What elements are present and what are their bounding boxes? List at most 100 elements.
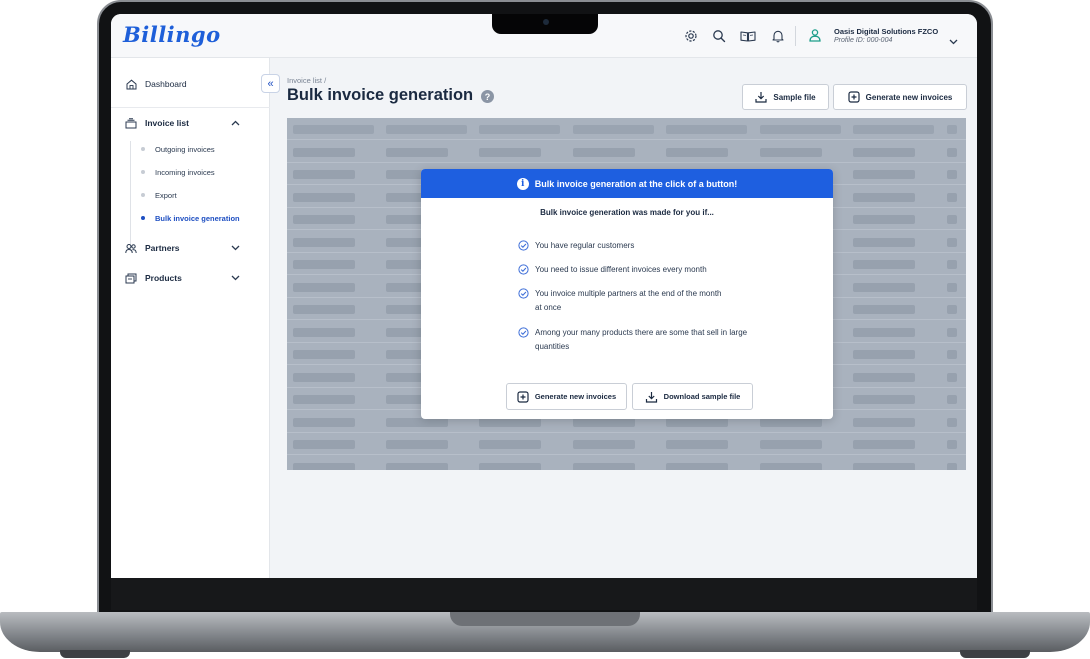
sidebar-item-partners[interactable]: Partners (125, 239, 256, 257)
sidebar-subitem-incoming-invoices[interactable]: Incoming invoices (141, 165, 215, 179)
placeholder-cell (293, 305, 355, 314)
placeholder-row (287, 433, 966, 455)
bullet-dot (141, 193, 145, 197)
camera-icon (543, 19, 549, 25)
sidebar-subitem-bulk-invoice-generation[interactable]: Bulk invoice generation (141, 211, 240, 225)
placeholder-cell (293, 282, 355, 292)
checklist-text: Among your many products there are some … (535, 328, 748, 351)
sidebar-subitem-label: Outgoing invoices (155, 144, 215, 154)
help-icon[interactable]: ? (481, 90, 494, 103)
placeholder-cell (293, 215, 355, 224)
download-icon (645, 391, 657, 403)
chevron-up-icon[interactable] (231, 118, 240, 128)
placeholder-cell (947, 305, 957, 314)
placeholder-cell (293, 350, 355, 359)
sidebar-subitem-outgoing-invoices[interactable]: Outgoing invoices (141, 142, 215, 156)
placeholder-cell (947, 327, 957, 337)
placeholder-cell (479, 462, 541, 470)
sidebar-item-dashboard[interactable]: Dashboard (125, 75, 187, 93)
placeholder-cell (573, 147, 635, 157)
placeholder-cell (947, 417, 957, 427)
placeholder-cell (947, 372, 957, 382)
placeholder-cell (760, 440, 822, 449)
placeholder-row (287, 141, 966, 163)
placeholder-cell (853, 462, 915, 470)
placeholder-cell (853, 170, 915, 179)
placeholder-cell (853, 192, 915, 202)
bullet-dot (141, 147, 145, 151)
placeholder-cell (853, 417, 915, 427)
placeholder-cell (293, 192, 355, 202)
modal-title: Bulk invoice generation at the click of … (534, 178, 738, 189)
placeholder-cell (853, 125, 934, 134)
book-icon[interactable] (740, 28, 756, 44)
placeholder-cell (293, 125, 374, 134)
placeholder-cell (947, 192, 957, 202)
placeholder-cell (853, 305, 915, 314)
placeholder-cell (386, 440, 448, 449)
placeholder-cell (386, 125, 467, 134)
chevron-down-icon[interactable] (231, 273, 240, 283)
generate-new-invoices-button[interactable]: Generate new invoices (833, 84, 967, 110)
sidebar-subitem-label: Export (155, 190, 177, 200)
placeholder-cell (947, 350, 957, 359)
placeholder-cell (479, 125, 560, 134)
placeholder-cell (947, 125, 957, 134)
sidebar-subitem-export[interactable]: Export (141, 188, 177, 202)
placeholder-cell (853, 237, 915, 247)
sidebar-subitem-label: Bulk invoice generation (155, 213, 240, 223)
placeholder-cell (853, 260, 915, 269)
checklist-item: You need to issue different invoices eve… (518, 263, 748, 277)
modal-download-label: Download sample file (663, 392, 741, 401)
placeholder-cell (947, 237, 957, 247)
checklist-item: You invoice multiple partners at the end… (518, 287, 730, 315)
checklist-text: You need to issue different invoices eve… (535, 265, 707, 274)
placeholder-cell (293, 462, 355, 470)
placeholder-cell (760, 147, 822, 157)
sidebar-collapse-button[interactable]: « (261, 74, 280, 93)
laptop-foot-right (960, 650, 1030, 658)
laptop-foot-left (60, 650, 130, 658)
sidebar-item-invoice-list[interactable]: Invoice list (125, 114, 256, 132)
profile-menu[interactable]: Oasis Digital Solutions FZCO Profile ID:… (808, 24, 968, 50)
bullet-dot (141, 216, 145, 220)
placeholder-cell (666, 125, 747, 134)
bell-icon[interactable] (770, 28, 786, 44)
placeholder-cell (853, 215, 915, 224)
products-icon (125, 272, 137, 284)
placeholder-cell (293, 417, 355, 427)
placeholder-row (287, 456, 966, 470)
search-icon[interactable] (711, 28, 727, 44)
placeholder-cell (947, 395, 957, 404)
download-icon (755, 92, 767, 103)
placeholder-cell (853, 440, 915, 449)
chevron-down-icon[interactable] (949, 32, 958, 50)
sample-file-button[interactable]: Sample file (742, 84, 829, 110)
checklist-text: You have regular customers (535, 241, 635, 250)
sidebar-item-label: Partners (145, 243, 180, 253)
placeholder-cell (573, 440, 635, 449)
placeholder-cell (853, 327, 915, 337)
checklist-text: You invoice multiple partners at the end… (535, 289, 722, 312)
modal-subtitle: Bulk invoice generation was made for you… (540, 208, 714, 217)
placeholder-cell (666, 147, 728, 157)
placeholder-cell (293, 260, 355, 269)
breadcrumb[interactable]: Invoice list / (287, 76, 326, 85)
placeholder-cell (947, 440, 957, 449)
sidebar-item-products[interactable]: Products (125, 269, 256, 287)
placeholder-row (287, 118, 966, 140)
placeholder-cell (853, 282, 915, 292)
modal-download-sample-file-button[interactable]: Download sample file (632, 383, 753, 410)
placeholder-cell (947, 147, 957, 157)
placeholder-cell (479, 440, 541, 449)
settings-icon[interactable] (683, 28, 699, 44)
placeholder-cell (666, 440, 728, 449)
chevron-down-icon[interactable] (231, 243, 240, 253)
billingo-logo[interactable]: Billingo (123, 22, 221, 47)
modal-generate-label: Generate new invoices (534, 392, 617, 401)
sidebar: Dashboard Invoice list Outgoing invoices… (111, 58, 270, 578)
placeholder-cell (853, 350, 915, 359)
modal-header: i Bulk invoice generation at the click o… (421, 169, 833, 198)
placeholder-cell (293, 237, 355, 247)
modal-generate-new-invoices-button[interactable]: Generate new invoices (506, 383, 627, 410)
